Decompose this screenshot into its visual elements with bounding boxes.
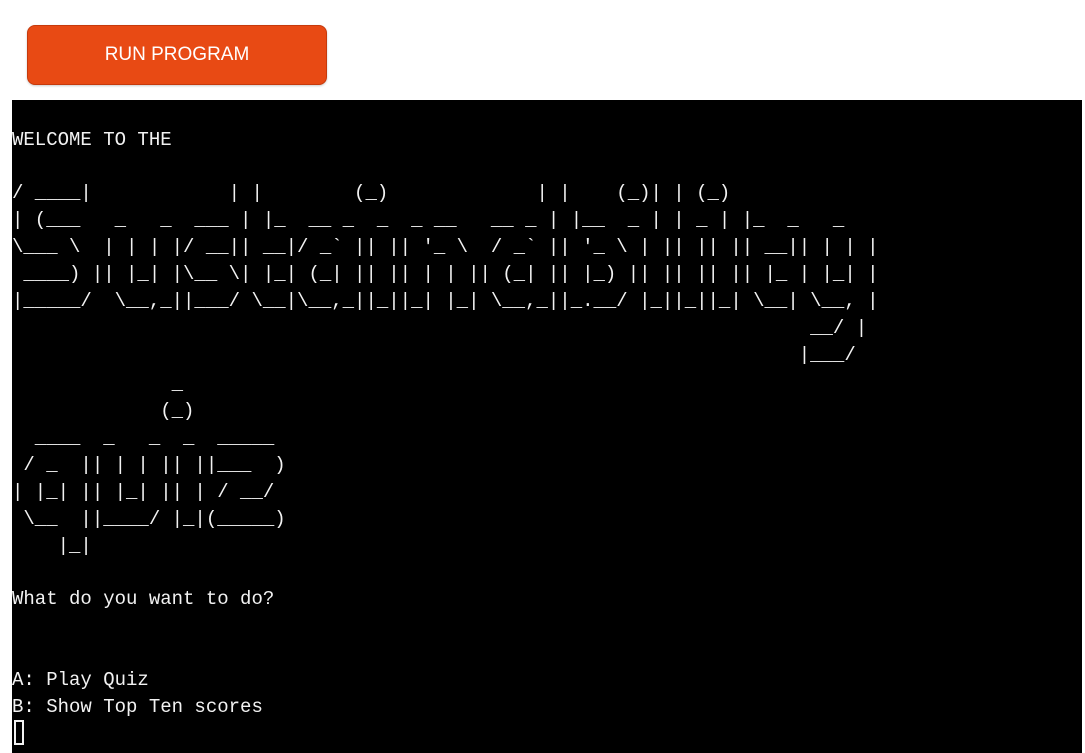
prompt-text: What do you want to do? (12, 588, 275, 610)
option-a: A: Play Quiz (12, 669, 149, 691)
welcome-text: WELCOME TO THE (12, 129, 172, 151)
run-program-button[interactable]: RUN PROGRAM (27, 25, 327, 85)
terminal-cursor[interactable] (14, 720, 24, 745)
sustainability-ascii-title: / ____| | | (_) | | (_)| | (_) | (___ _ … (12, 182, 879, 366)
option-b: B: Show Top Ten scores (12, 696, 263, 718)
terminal-window[interactable]: WELCOME TO THE / ____| | | (_) | | (_)| … (12, 100, 1082, 753)
quiz-ascii-title: _ (_) ____ _ _ _ _____ / _ || | | || ||_… (12, 373, 286, 557)
app-page: RUN PROGRAM WELCOME TO THE / ____| | | (… (0, 0, 1085, 753)
